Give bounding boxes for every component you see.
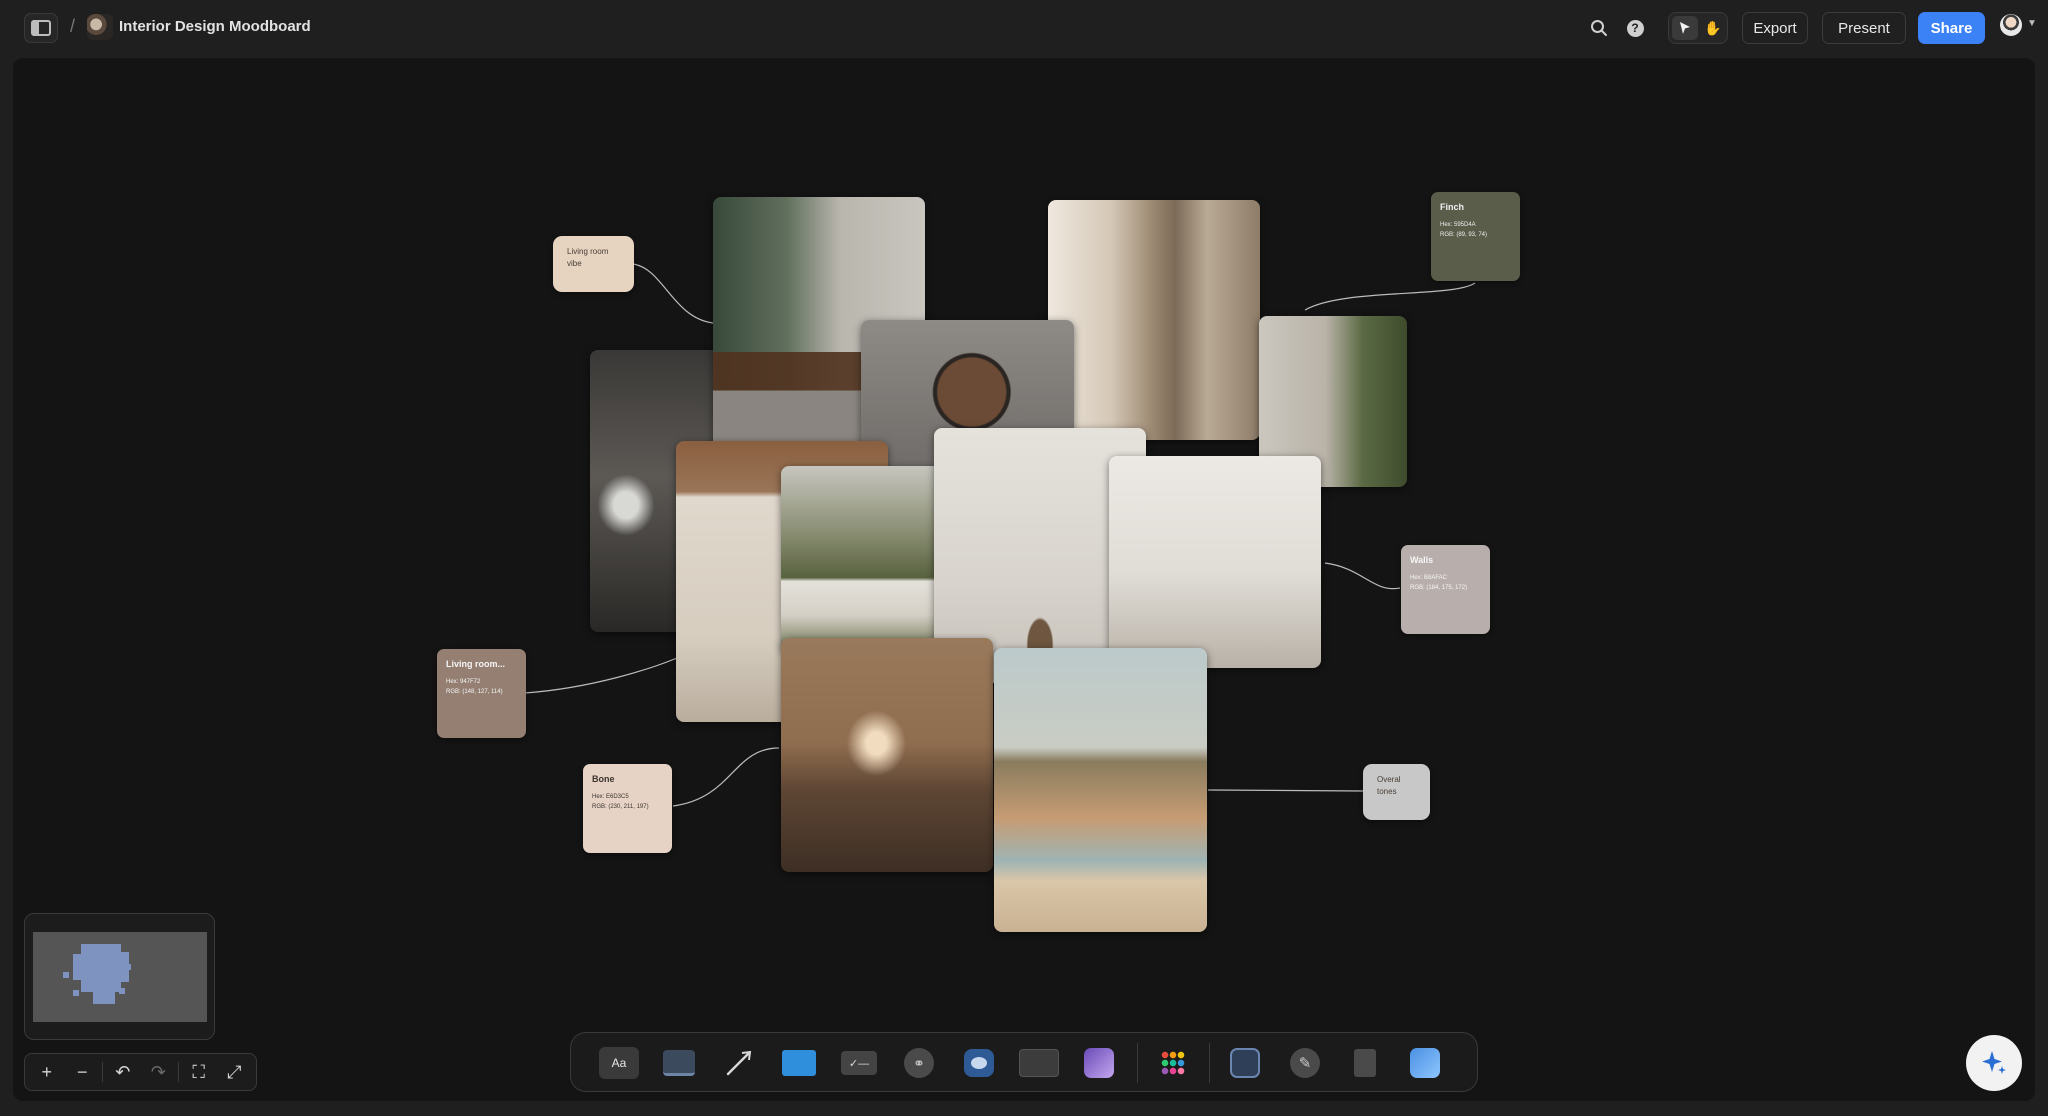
minimap-content xyxy=(73,990,79,996)
zoom-in-button[interactable]: + xyxy=(31,1058,63,1086)
cursor-icon xyxy=(1680,22,1690,34)
file-tool-button[interactable] xyxy=(1345,1047,1385,1079)
color-swatch-finch[interactable]: Finch Hex: 595D4A RGB: (89, 93, 74) xyxy=(1431,192,1520,281)
minimap-content xyxy=(73,954,89,980)
pointer-mode-group: ✋ xyxy=(1668,12,1728,44)
widget-icon xyxy=(1230,1048,1260,1078)
swatch-name: Finch xyxy=(1440,202,1464,212)
apps-grid-icon xyxy=(1161,1051,1185,1075)
color-swatch-bone[interactable]: Bone Hex: E6D3C5 RGB: (230, 211, 197) xyxy=(583,764,672,853)
moodboard-canvas[interactable]: Living room vibe Overal tones Finch Hex:… xyxy=(13,58,2035,1101)
minimap-content xyxy=(63,972,69,978)
swatch-rgb: RGB: (148, 127, 114) xyxy=(446,689,503,695)
photo-bathroom-tub[interactable] xyxy=(1048,200,1260,440)
divider xyxy=(102,1062,103,1082)
bottom-toolbar: Aa ✓— ⚭ ✎ xyxy=(570,1032,1478,1092)
swatch-hex: Hex: 595D4A xyxy=(1440,222,1476,228)
sidebar-toggle-button[interactable] xyxy=(24,13,58,43)
note-text-line1: Living room xyxy=(567,247,609,256)
apps-tool-button[interactable] xyxy=(1153,1047,1193,1079)
note-text-line2: vibe xyxy=(567,259,582,268)
note-text-line2: tones xyxy=(1377,787,1397,796)
table-icon xyxy=(1019,1049,1059,1077)
photo-villa-pool[interactable] xyxy=(994,648,1207,932)
chevron-down-icon[interactable]: ▼ xyxy=(2027,18,2037,29)
comment-tool-button[interactable] xyxy=(959,1047,999,1079)
swatch-rgb: RGB: (89, 93, 74) xyxy=(1440,232,1488,238)
swatch-hex: Hex: 947F72 xyxy=(446,679,481,685)
hand-tool-button[interactable]: ✋ xyxy=(1700,16,1726,40)
minimap-content xyxy=(93,990,115,1004)
folder-icon xyxy=(782,1050,816,1076)
fullscreen-button[interactable]: ⤢ xyxy=(219,1058,251,1086)
zoom-out-button[interactable]: − xyxy=(67,1058,99,1086)
crop-frame-button[interactable]: ⛶ xyxy=(183,1058,215,1086)
present-button[interactable]: Present xyxy=(1822,12,1906,44)
arrow-icon xyxy=(726,1050,752,1076)
todo-tool-button[interactable]: ✓— xyxy=(839,1047,879,1079)
text-tool-label: Aa xyxy=(611,1056,627,1070)
help-icon: ? xyxy=(1626,19,1644,37)
sparkle-icon xyxy=(1982,1051,2006,1074)
board-tool-button[interactable] xyxy=(779,1047,819,1079)
top-bar: / Interior Design Moodboard ? ✋ Export P… xyxy=(0,0,2048,56)
widget-tool-button[interactable] xyxy=(1225,1047,1265,1079)
divider xyxy=(1209,1043,1210,1083)
minimap-viewport xyxy=(33,932,207,1022)
minimap[interactable] xyxy=(24,913,215,1040)
link-tool-button[interactable]: ⚭ xyxy=(899,1047,939,1079)
upload-icon xyxy=(1410,1048,1440,1078)
minimap-content xyxy=(125,964,131,970)
redo-button[interactable]: ↷ xyxy=(143,1058,175,1086)
breadcrumb-separator: / xyxy=(70,16,76,36)
hand-icon: ✋ xyxy=(1704,19,1722,36)
board-title[interactable]: Interior Design Moodboard xyxy=(119,18,311,35)
swatch-name: Walls xyxy=(1410,555,1434,565)
share-button[interactable]: Share xyxy=(1918,12,1985,44)
note-living-room-vibe[interactable]: Living room vibe xyxy=(553,236,634,292)
zoom-controls: + − ↶ ↷ ⛶ ⤢ xyxy=(24,1053,257,1091)
export-button[interactable]: Export xyxy=(1742,12,1808,44)
note-icon xyxy=(663,1050,695,1076)
photo-bedroom-white[interactable] xyxy=(1109,456,1321,668)
note-overal-tones[interactable]: Overal tones xyxy=(1363,764,1430,820)
link-icon: ⚭ xyxy=(904,1048,934,1078)
sidebar-icon xyxy=(31,20,51,36)
checklist-icon: ✓— xyxy=(841,1051,877,1075)
user-avatar[interactable] xyxy=(2000,14,2022,36)
text-tool-button[interactable]: Aa xyxy=(599,1047,639,1079)
select-tool-button[interactable] xyxy=(1672,16,1698,40)
board-thumbnail-icon xyxy=(87,14,113,40)
help-button[interactable]: ? xyxy=(1622,12,1648,44)
color-swatch-walls[interactable]: Walls Hex: B8AFAC RGB: (184, 175, 172) xyxy=(1401,545,1490,634)
search-button[interactable] xyxy=(1586,12,1612,44)
photo-bedroom-clay[interactable] xyxy=(781,638,993,872)
upload-tool-button[interactable] xyxy=(1405,1047,1445,1079)
divider xyxy=(178,1062,179,1082)
swatch-rgb: RGB: (184, 175, 172) xyxy=(1410,585,1468,591)
undo-button[interactable]: ↶ xyxy=(107,1058,139,1086)
swatch-hex: Hex: B8AFAC xyxy=(1410,575,1448,581)
file-icon xyxy=(1354,1049,1376,1077)
comment-icon xyxy=(964,1049,994,1077)
image-icon xyxy=(1084,1048,1114,1078)
minimap-content xyxy=(119,988,125,994)
draw-tool-button[interactable]: ✎ xyxy=(1285,1047,1325,1079)
note-text-line1: Overal xyxy=(1377,775,1401,784)
note-tool-button[interactable] xyxy=(659,1047,699,1079)
ai-assistant-button[interactable] xyxy=(1966,1035,2022,1091)
divider xyxy=(1137,1043,1138,1083)
table-tool-button[interactable] xyxy=(1019,1047,1059,1079)
swatch-rgb: RGB: (230, 211, 197) xyxy=(592,804,649,810)
photo-white-house-trees[interactable] xyxy=(781,466,959,652)
swatch-name: Bone xyxy=(592,774,615,784)
image-tool-button[interactable] xyxy=(1079,1047,1119,1079)
search-icon xyxy=(1591,20,1607,36)
swatch-hex: Hex: E6D3C5 xyxy=(592,794,629,800)
pen-icon: ✎ xyxy=(1290,1048,1320,1078)
color-swatch-living-room[interactable]: Living room... Hex: 947F72 RGB: (148, 12… xyxy=(437,649,526,738)
line-tool-button[interactable] xyxy=(719,1047,759,1079)
swatch-name: Living room... xyxy=(446,659,506,669)
